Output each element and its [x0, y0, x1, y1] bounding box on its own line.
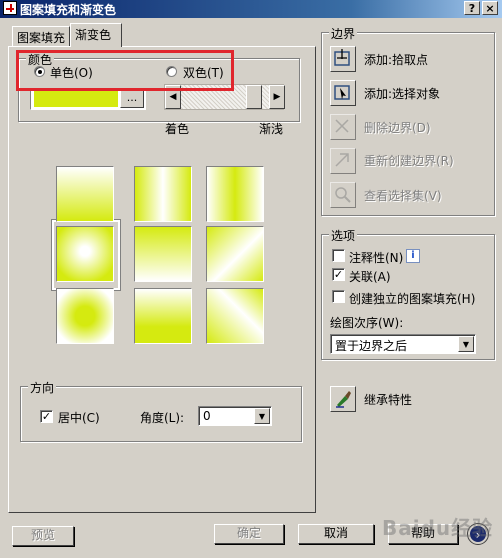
centered-label: 居中(C) — [58, 411, 100, 425]
inherit-properties-button[interactable] — [330, 386, 356, 412]
gradient-tile-spherical[interactable] — [56, 226, 114, 282]
remove-boundaries-label[interactable]: 删除边界(D) — [364, 119, 431, 136]
gradient-tile-inverted-cylinder-horizontal[interactable] — [206, 166, 264, 222]
tab-hatch[interactable]: 图案填充 — [12, 26, 70, 46]
gradient-tile-linear-top[interactable] — [56, 166, 114, 222]
remove-boundaries-icon — [335, 119, 349, 133]
inherit-properties-label[interactable]: 继承特性 — [364, 391, 412, 408]
annotative-checkbox[interactable] — [332, 249, 345, 262]
view-selections-button[interactable] — [330, 182, 356, 208]
chevron-down-icon[interactable]: ▼ — [458, 336, 474, 352]
angle-label: 角度(L): — [140, 411, 185, 425]
gradient-tile-cylinder-horizontal[interactable] — [134, 166, 192, 222]
cancel-button[interactable]: 取消 — [298, 524, 374, 544]
orientation-group-label: 方向 — [28, 379, 57, 396]
brush-icon — [336, 391, 351, 408]
tab-gradient[interactable]: 渐变色 — [70, 23, 122, 47]
chevron-down-icon[interactable]: ▼ — [254, 408, 270, 424]
recreate-boundary-button[interactable] — [330, 148, 356, 174]
angle-value: 0 — [203, 409, 211, 423]
slider-thumb[interactable] — [246, 85, 262, 109]
associative-label: 关联(A) — [349, 270, 391, 284]
pick-points-icon — [334, 49, 350, 66]
help-button[interactable]: 帮助 — [388, 524, 458, 544]
separate-hatches-label: 创建独立的图案填充(H) — [349, 292, 476, 306]
info-icon[interactable]: i — [406, 249, 420, 263]
tint-label: 渐浅 — [259, 122, 284, 136]
draw-order-label: 绘图次序(W): — [330, 316, 404, 330]
gradient-tile-inverted-spherical[interactable] — [56, 288, 114, 344]
recreate-boundary-label[interactable]: 重新创建边界(R) — [364, 152, 454, 169]
recreate-boundary-icon — [335, 153, 349, 167]
separate-hatches-checkbox[interactable] — [332, 290, 345, 303]
highlight-annotation — [16, 50, 234, 91]
associative-checkbox[interactable]: ✓ — [332, 268, 345, 281]
close-title-button[interactable]: × — [482, 1, 498, 15]
centered-checkbox[interactable]: ✓ — [40, 410, 53, 423]
more-options-icon[interactable]: › — [468, 524, 488, 544]
draw-order-value: 置于边界之后 — [335, 339, 408, 353]
window-title: 图案填充和渐变色 — [20, 3, 117, 17]
ok-button[interactable]: 确定 — [214, 524, 284, 544]
select-objects-button[interactable] — [330, 80, 356, 106]
preview-button[interactable]: 预览 — [12, 526, 74, 546]
select-objects-label[interactable]: 添加:选择对象 — [364, 85, 440, 102]
color-swatch[interactable]: ... — [30, 88, 146, 110]
gradient-tile-inverted-curved[interactable] — [206, 288, 264, 344]
app-icon — [3, 1, 17, 15]
gradient-tile-inverted-hemispherical[interactable] — [134, 288, 192, 344]
color-swatch-fill — [34, 91, 118, 107]
draw-order-select[interactable]: 置于边界之后 ▼ — [330, 334, 476, 354]
pick-points-button[interactable] — [330, 46, 356, 72]
remove-boundaries-button[interactable] — [330, 114, 356, 140]
select-objects-icon — [334, 85, 350, 100]
gradient-tile-curved[interactable] — [206, 226, 264, 282]
gradient-tile-hemispherical[interactable] — [134, 226, 192, 282]
options-group-label: 选项 — [329, 227, 358, 244]
slider-right-arrow-icon[interactable]: ▶ — [269, 85, 285, 109]
boundaries-group-label: 边界 — [329, 25, 358, 42]
shade-label: 着色 — [165, 122, 190, 136]
annotative-label: 注释性(N) — [349, 251, 404, 265]
browse-color-button[interactable]: ... — [120, 90, 144, 108]
view-selections-label[interactable]: 查看选择集(V) — [364, 187, 442, 204]
magnifier-icon — [335, 187, 351, 203]
pick-points-label[interactable]: 添加:拾取点 — [364, 51, 428, 68]
angle-select[interactable]: 0 ▼ — [198, 406, 272, 426]
help-title-button[interactable]: ? — [464, 1, 480, 15]
title-bar: 图案填充和渐变色 ? × — [0, 0, 502, 18]
